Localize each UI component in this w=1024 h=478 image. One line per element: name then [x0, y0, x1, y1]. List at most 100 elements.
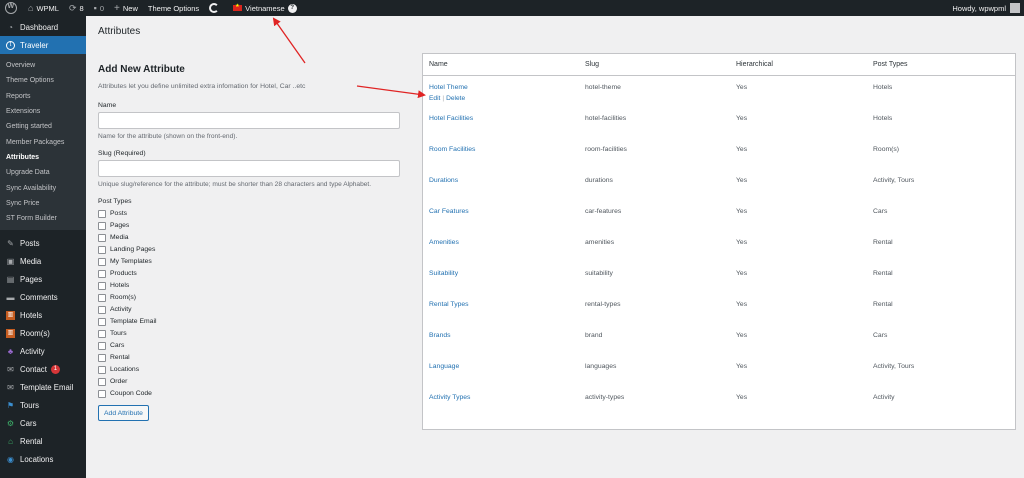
post-type-option[interactable]: Activity — [98, 304, 132, 315]
post-type-checkbox[interactable] — [98, 257, 106, 266]
submenu-item-overview[interactable]: Overview — [0, 58, 86, 73]
attribute-name-link[interactable]: Brands — [429, 332, 451, 339]
sidebar-item-pages[interactable]: ▤ Pages — [0, 270, 86, 288]
attribute-slug: languages — [585, 363, 617, 370]
submenu-item-extensions[interactable]: Extensions — [0, 104, 86, 119]
post-type-checkbox[interactable] — [98, 269, 106, 278]
attribute-hierarchical: Yes — [736, 115, 748, 122]
sidebar-item-rooms[interactable]: ▥ Room(s) — [0, 324, 86, 342]
attribute-name-link[interactable]: Car Features — [429, 208, 469, 215]
sidebar-item-tours[interactable]: ⚑ Tours — [0, 396, 86, 414]
envelope-icon: ✉ — [7, 382, 14, 392]
submenu-item-st-form-builder[interactable]: ST Form Builder — [0, 211, 86, 226]
submenu-item-upgrade-data[interactable]: Upgrade Data — [0, 165, 86, 180]
post-type-option[interactable]: Rental — [98, 352, 130, 363]
post-type-option[interactable]: Media — [98, 232, 129, 243]
post-type-checkbox[interactable] — [98, 317, 106, 326]
post-type-option[interactable]: Tours — [98, 328, 127, 339]
post-type-checkbox[interactable] — [98, 293, 106, 302]
attribute-name-link[interactable]: Hotel Facilities — [429, 115, 473, 122]
attribute-name-link[interactable]: Durations — [429, 177, 458, 184]
sidebar-item-hotels[interactable]: ▥ Hotels — [0, 306, 86, 324]
attribute-name-link[interactable]: Hotel Theme — [429, 84, 468, 91]
name-field[interactable] — [98, 112, 400, 129]
attribute-name-link[interactable]: Language — [429, 363, 459, 370]
submenu-item-sync-price[interactable]: Sync Price — [0, 196, 86, 211]
post-types-label: Post Types — [98, 198, 132, 205]
wordpress-logo-menu[interactable] — [0, 0, 23, 16]
post-type-option[interactable]: Locations — [98, 364, 139, 375]
post-type-checkbox[interactable] — [98, 341, 106, 350]
sidebar-item-contact[interactable]: ✉ Contact 1 — [0, 360, 86, 378]
post-type-option[interactable]: Posts — [98, 208, 127, 219]
post-type-option[interactable]: Cars — [98, 340, 124, 351]
post-type-option[interactable]: Template Email — [98, 316, 156, 327]
post-type-checkbox[interactable] — [98, 329, 106, 338]
new-content-menu[interactable]: + New — [109, 0, 143, 16]
post-type-option[interactable]: Landing Pages — [98, 244, 155, 255]
column-header-post-types[interactable]: Post Types — [873, 61, 908, 68]
language-switcher[interactable]: Vietnamese ? — [228, 0, 301, 16]
submenu-item-attributes[interactable]: Attributes — [0, 150, 86, 165]
post-type-checkbox[interactable] — [98, 305, 106, 314]
column-header-slug[interactable]: Slug — [585, 61, 599, 68]
updates-count: 8 — [79, 3, 84, 13]
post-type-checkbox[interactable] — [98, 209, 106, 218]
slug-field[interactable] — [98, 160, 400, 177]
attribute-name-link[interactable]: Amenities — [429, 239, 459, 246]
sidebar-item-media[interactable]: ▣ Media — [0, 252, 86, 270]
post-type-checkbox[interactable] — [98, 233, 106, 242]
attribute-post-types: Cars — [873, 208, 888, 215]
attribute-name-link[interactable]: Room Facilities — [429, 146, 475, 153]
name-label: Name — [98, 102, 117, 109]
attributes-table: Name Slug Hierarchical Post Types Hotel … — [422, 53, 1016, 430]
sidebar-item-traveler[interactable]: t Traveler — [0, 36, 86, 54]
post-type-option[interactable]: Products — [98, 268, 137, 279]
attribute-hierarchical: Yes — [736, 301, 748, 308]
submenu-item-sync-availability[interactable]: Sync Availability — [0, 180, 86, 195]
add-attribute-button[interactable]: Add Attribute — [98, 405, 149, 421]
post-type-option[interactable]: Pages — [98, 220, 129, 231]
column-header-hierarchical[interactable]: Hierarchical — [736, 61, 773, 68]
traveler-icon: t — [6, 40, 15, 50]
attribute-name-link[interactable]: Suitability — [429, 270, 458, 277]
submenu-item-theme-options[interactable]: Theme Options — [0, 73, 86, 88]
edit-link[interactable]: Edit — [429, 95, 440, 102]
post-type-option[interactable]: Room(s) — [98, 292, 136, 303]
post-type-option[interactable]: Hotels — [98, 280, 129, 291]
sidebar-item-cars[interactable]: ⚙ Cars — [0, 414, 86, 432]
attribute-hierarchical: Yes — [736, 332, 748, 339]
site-name-menu[interactable]: ⌂ WPML — [23, 0, 64, 16]
sidebar-item-locations[interactable]: ◉ Locations — [0, 450, 86, 468]
theme-options-menu[interactable]: Theme Options — [143, 0, 204, 16]
attribute-name-link[interactable]: Activity Types — [429, 394, 470, 401]
column-header-name[interactable]: Name — [429, 61, 448, 68]
attribute-hierarchical: Yes — [736, 239, 748, 246]
sidebar-item-rental[interactable]: ⌂ Rental — [0, 432, 86, 450]
sidebar-item-comments[interactable]: ▬ Comments — [0, 288, 86, 306]
post-type-checkbox[interactable] — [98, 389, 106, 398]
comments-menu[interactable]: ▪ 0 — [89, 0, 109, 16]
wpml-menu[interactable] — [204, 0, 224, 16]
sidebar-item-activity[interactable]: ♣ Activity — [0, 342, 86, 360]
sidebar-item-template-email[interactable]: ✉ Template Email — [0, 378, 86, 396]
my-account-menu[interactable]: Howdy, wpwpml — [952, 0, 1020, 16]
post-type-checkbox[interactable] — [98, 365, 106, 374]
sidebar-item-dashboard[interactable]: ◔ Dashboard — [0, 18, 86, 36]
submenu-item-getting-started[interactable]: Getting started — [0, 119, 86, 134]
post-type-option[interactable]: Order — [98, 376, 127, 387]
post-type-option[interactable]: My Templates — [98, 256, 152, 267]
attribute-name-link[interactable]: Rental Types — [429, 301, 469, 308]
sidebar-item-posts[interactable]: ✎ Posts — [0, 234, 86, 252]
post-type-option[interactable]: Coupon Code — [98, 388, 152, 399]
updates-menu[interactable]: ⟳ 8 — [64, 0, 89, 16]
post-type-checkbox[interactable] — [98, 377, 106, 386]
post-type-checkbox[interactable] — [98, 221, 106, 230]
attribute-hierarchical: Yes — [736, 177, 748, 184]
delete-link[interactable]: Delete — [446, 95, 465, 102]
post-type-checkbox[interactable] — [98, 353, 106, 362]
post-type-checkbox[interactable] — [98, 245, 106, 254]
submenu-item-member-packages[interactable]: Member Packages — [0, 134, 86, 149]
post-type-checkbox[interactable] — [98, 281, 106, 290]
submenu-item-reports[interactable]: Reports — [0, 89, 86, 104]
